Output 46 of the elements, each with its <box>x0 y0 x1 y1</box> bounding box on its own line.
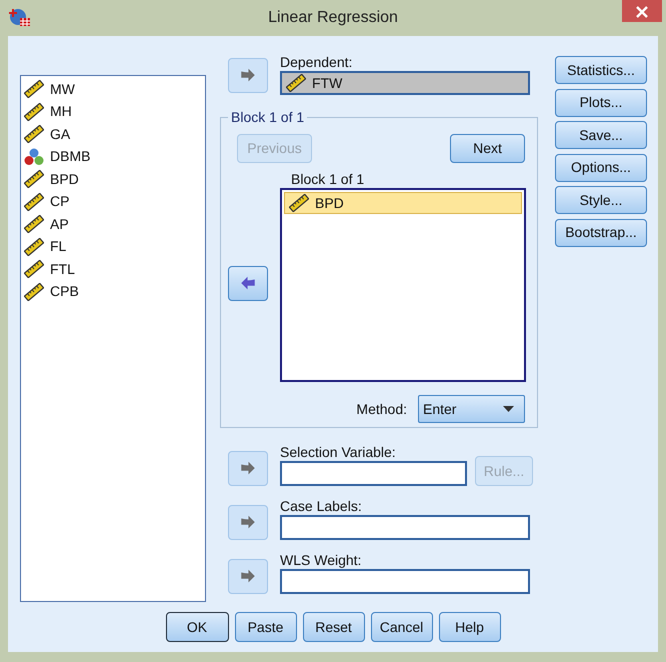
dialog-button[interactable]: Cancel <box>370 612 432 642</box>
window-title: Linear Regression <box>268 8 398 28</box>
text-field[interactable] <box>280 569 530 594</box>
field-label: Case Labels: <box>280 497 363 515</box>
app-icon <box>9 7 31 27</box>
dialog-button[interactable]: Options... <box>555 154 647 182</box>
field-label: WLS Weight: <box>280 551 362 569</box>
variable-item[interactable]: DBMB <box>50 146 90 168</box>
variable-item[interactable]: MW <box>50 78 75 100</box>
dialog-button[interactable]: Style... <box>555 186 647 214</box>
dialog-button[interactable]: Paste <box>234 612 296 642</box>
dialog-button[interactable]: Reset <box>302 612 364 642</box>
arrow-button[interactable] <box>228 451 268 486</box>
arrow-button[interactable] <box>228 559 268 594</box>
dialog-button[interactable]: Bootstrap... <box>555 218 647 246</box>
variable-item[interactable]: AP <box>50 214 69 235</box>
dropdown-caret-icon <box>503 406 514 412</box>
dependent-label: Dependent: <box>280 53 354 71</box>
dialog-button[interactable]: Save... <box>555 121 647 149</box>
arrow-button[interactable] <box>228 266 268 301</box>
variable-item[interactable]: FL <box>50 236 66 258</box>
list-label: Block 1 of 1 <box>290 170 366 188</box>
method-dropdown[interactable]: Enter <box>418 395 525 423</box>
variable-item[interactable]: CP <box>50 191 70 212</box>
method-label: Method: <box>356 400 407 418</box>
arrow-button[interactable] <box>228 58 268 93</box>
variable-item[interactable]: BPD <box>50 168 79 190</box>
dialog-button[interactable]: OK <box>166 612 228 642</box>
text-field[interactable] <box>280 461 467 486</box>
variable-item[interactable]: MH <box>50 101 72 122</box>
dependent-field[interactable]: FTW <box>280 71 530 95</box>
dialog-button[interactable]: Help <box>438 612 500 642</box>
variable-item[interactable]: GA <box>50 124 70 145</box>
variable-item[interactable]: FTL <box>50 258 75 280</box>
close-button[interactable] <box>622 0 662 22</box>
variable-item[interactable]: CPB <box>50 281 79 302</box>
arrow-button[interactable] <box>228 505 268 540</box>
independent-item[interactable]: BPD <box>284 192 522 214</box>
close-icon <box>635 5 649 20</box>
text-field[interactable] <box>280 515 530 540</box>
dialog-button[interactable]: Plots... <box>555 88 647 116</box>
next-button[interactable]: Next <box>450 134 525 163</box>
nominal-icon <box>24 148 44 166</box>
group-title: Block 1 of 1 <box>230 110 306 124</box>
field-label: Selection Variable: <box>280 443 397 461</box>
dialog-button[interactable]: Statistics... <box>555 56 647 84</box>
